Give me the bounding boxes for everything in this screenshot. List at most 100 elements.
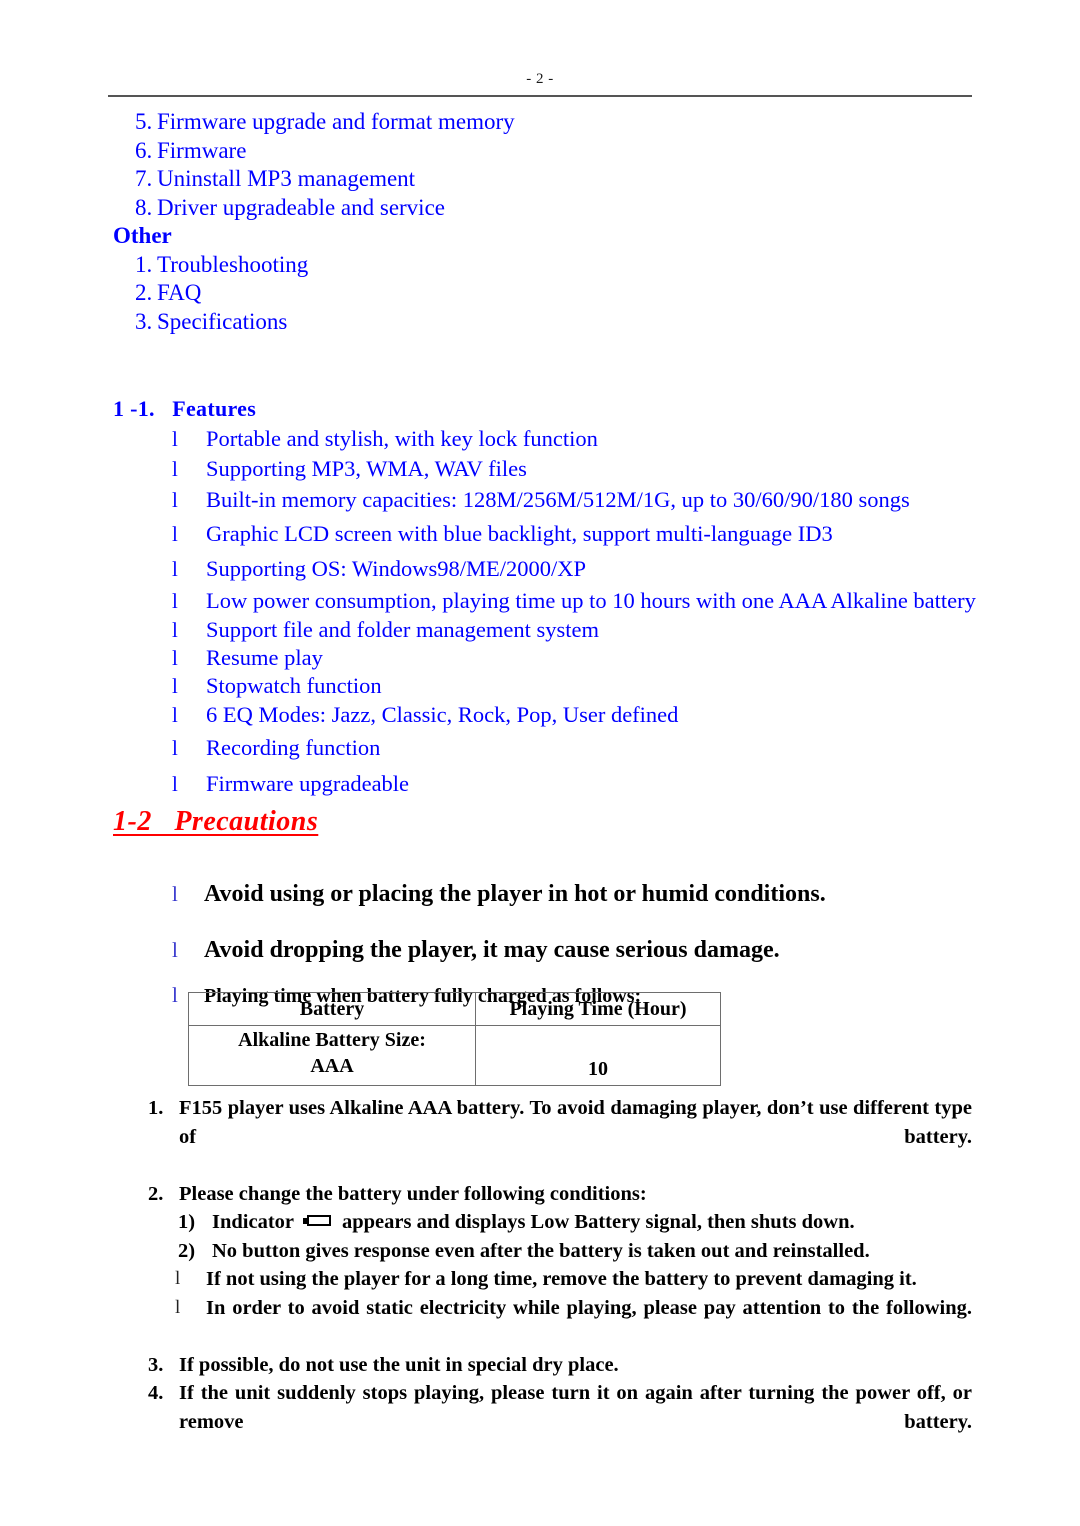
toc-item-label: Troubleshooting (157, 251, 309, 277)
features-list: l Portable and stylish, with key lock fu… (172, 424, 976, 802)
feature-item-label: Resume play (206, 645, 323, 670)
sub-numbered-item-text: No button gives response even after the … (212, 1239, 870, 1262)
feature-item: l Firmware upgradeable (172, 766, 972, 802)
numbered-item-number: 3. (148, 1353, 164, 1376)
table-header-battery: Battery (188, 992, 476, 1026)
toc-item: 1. Troubleshooting (113, 251, 993, 280)
toc-item: 2. FAQ (113, 279, 993, 308)
toc-item-label: Specifications (157, 308, 288, 334)
feature-item-label: Stopwatch function (206, 673, 382, 698)
list-bullet-icon: l (172, 772, 178, 796)
list-bullet-icon: l (172, 882, 178, 906)
feature-item: l Built-in memory capacities: 128M/256M/… (172, 484, 972, 516)
precaution-numbered-list: 1. F155 player uses Alkaline AAA battery… (148, 1094, 972, 1465)
feature-item: l Low power consumption, playing time up… (172, 586, 976, 616)
precaution-bullet-item: l If not using the player for a long tim… (175, 1265, 972, 1294)
list-bullet-icon: l (172, 427, 178, 451)
list-bullet-icon: l (172, 703, 178, 727)
sub-numbered-item-number: 2) (178, 1239, 196, 1262)
toc-item-number: 1. (135, 251, 153, 277)
table-cell-battery: Alkaline Battery Size: AAA (188, 1025, 476, 1086)
toc-item-number: 5. (135, 109, 153, 134)
numbered-item: 1. F155 player uses Alkaline AAA battery… (148, 1094, 972, 1180)
numbered-item-number: 2. (148, 1182, 164, 1205)
feature-item: l Supporting OS: Windows98/ME/2000/XP (172, 552, 972, 586)
toc-item-label: Firmware (157, 137, 247, 163)
table-cell-battery-line1: Alkaline Battery Size: (238, 1029, 426, 1051)
feature-item-label: Built-in memory capacities: 128M/256M/51… (206, 487, 910, 512)
numbered-item-text: If possible, do not use the unit in spec… (179, 1353, 619, 1376)
feature-item: l Recording function (172, 730, 972, 766)
list-bullet-icon: l (172, 457, 178, 481)
toc-item: 5. Firmware upgrade and format memory (113, 108, 993, 137)
numbered-item-text: Please change the battery under followin… (179, 1182, 647, 1205)
toc-item: 7. Uninstall MP3 management (113, 165, 993, 194)
battery-playtime-table: Battery Playing Time (Hour) Alkaline Bat… (188, 992, 721, 1086)
sub-numbered-item-text: Indicator appears and displays Low Batter… (212, 1208, 855, 1237)
sub-item-text-after: appears and displays Low Battery signal,… (342, 1211, 855, 1233)
table-cell-playing-time: 10 (475, 1025, 721, 1086)
table-header-row: Battery Playing Time (Hour) (188, 992, 721, 1026)
numbered-item: 3. If possible, do not use the unit in s… (148, 1351, 972, 1380)
feature-item: l Portable and stylish, with key lock fu… (172, 424, 972, 454)
feature-item-label: Recording function (206, 735, 381, 760)
section-heading-precautions: 1-2 Precautions (113, 806, 319, 837)
feature-item-label: Graphic LCD screen with blue backlight, … (206, 521, 833, 546)
feature-item: l Graphic LCD screen with blue backlight… (172, 516, 972, 552)
header-rule (108, 95, 972, 97)
feature-item-label: Low power consumption, playing time up t… (206, 588, 976, 613)
warning-item: l Avoid using or placing the player in h… (172, 866, 972, 922)
feature-item: l Support file and folder management sys… (172, 616, 972, 644)
feature-item-label: Support file and folder management syste… (206, 617, 600, 642)
feature-item: l Resume play (172, 644, 972, 672)
feature-item: l 6 EQ Modes: Jazz, Classic, Rock, Pop, … (172, 700, 972, 730)
toc-item: 8. Driver upgradeable and service (113, 194, 993, 223)
numbered-item-text: If the unit suddenly stops playing, plea… (179, 1382, 972, 1433)
table-cell-battery-line2: AAA (310, 1055, 354, 1077)
list-bullet-icon: l (172, 938, 178, 962)
toc-item-label: FAQ (157, 280, 202, 305)
toc-item-number: 2. (135, 280, 153, 305)
toc-item: 3. Specifications (113, 308, 993, 337)
feature-item: l Supporting MP3, WMA, WAV files (172, 454, 972, 484)
feature-item-label: Firmware upgradeable (206, 771, 410, 796)
list-bullet-icon: l (172, 589, 178, 613)
toc-continued-block: 5. Firmware upgrade and format memory 6.… (113, 108, 993, 336)
list-bullet-icon: l (172, 522, 178, 546)
sub-numbered-item-number: 1) (178, 1211, 196, 1233)
table-header-playing-time: Playing Time (Hour) (475, 992, 721, 1026)
precaution-bullet-text: If not using the player for a long time,… (206, 1268, 917, 1290)
precaution-bullet-text: In order to avoid static electricity whi… (206, 1296, 972, 1319)
toc-item-number: 8. (135, 194, 153, 220)
feature-item-label: Supporting MP3, WMA, WAV files (206, 456, 527, 481)
toc-item-number: 6. (135, 137, 153, 163)
toc-item-label: Firmware upgrade and format memory (157, 109, 515, 134)
toc-item-label: Driver upgradeable and service (157, 194, 445, 220)
feature-item: l Stopwatch function (172, 672, 972, 700)
warning-item: l Avoid dropping the player, it may caus… (172, 922, 972, 978)
sub-numbered-item: 1) Indicator appears and displays Low Bat… (178, 1208, 972, 1237)
list-bullet-icon: l (172, 618, 178, 642)
list-bullet-icon: l (172, 674, 178, 698)
battery-icon (303, 1215, 333, 1228)
list-bullet-icon: l (172, 488, 178, 512)
precaution-bullet-item: l In order to avoid static electricity w… (175, 1294, 972, 1351)
sub-numbered-item: 2) No button gives response even after t… (178, 1237, 972, 1266)
list-bullet-icon: l (172, 557, 178, 581)
toc-item-number: 3. (135, 308, 153, 334)
sub-item-text-before: Indicator (212, 1211, 294, 1233)
feature-item-label: 6 EQ Modes: Jazz, Classic, Rock, Pop, Us… (206, 702, 679, 727)
warning-item-label: Avoid dropping the player, it may cause … (204, 937, 780, 963)
numbered-item-number: 1. (148, 1097, 164, 1119)
numbered-item-text: F155 player uses Alkaline AAA battery. T… (179, 1097, 972, 1148)
numbered-item: 4. If the unit suddenly stops playing, p… (148, 1379, 972, 1465)
table-row: Alkaline Battery Size: AAA 10 (188, 1025, 721, 1086)
toc-group-heading-other: Other (113, 223, 172, 248)
list-bullet-icon: l (175, 1296, 181, 1318)
feature-item-label: Portable and stylish, with key lock func… (206, 426, 598, 451)
battery-icon-body (307, 1215, 331, 1227)
toc-item-label: Uninstall MP3 management (157, 166, 416, 191)
feature-item-label: Supporting OS: Windows98/ME/2000/XP (206, 556, 586, 581)
warning-item-label: Avoid using or placing the player in hot… (204, 881, 826, 907)
list-bullet-icon: l (175, 1268, 181, 1289)
